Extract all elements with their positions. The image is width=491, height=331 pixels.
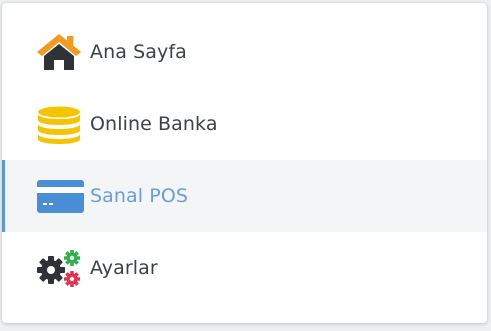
menu-item-label: Sanal POS <box>90 185 189 207</box>
menu-item-label: Online Banka <box>90 113 218 135</box>
menu-item-online-bank[interactable]: Online Banka <box>2 88 487 160</box>
home-icon <box>36 32 90 72</box>
navigation-menu: Ana Sayfa Online Banka Sanal POS Ayarlar <box>2 3 487 323</box>
menu-item-label: Ana Sayfa <box>90 41 187 63</box>
credit-card-icon <box>36 176 90 216</box>
menu-item-label: Ayarlar <box>90 257 158 279</box>
coins-icon <box>36 104 90 144</box>
menu-item-settings[interactable]: Ayarlar <box>2 232 487 304</box>
gears-icon <box>36 248 90 288</box>
menu-item-virtual-pos[interactable]: Sanal POS <box>2 160 487 232</box>
menu-item-home[interactable]: Ana Sayfa <box>2 16 487 88</box>
